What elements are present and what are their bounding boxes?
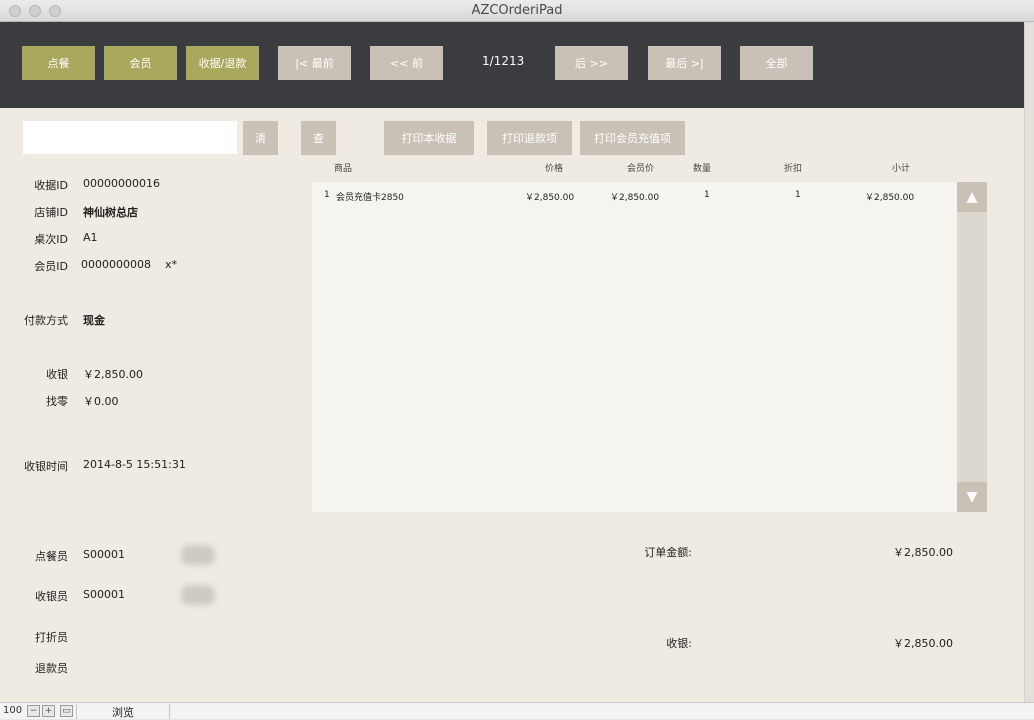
order-amount-label: 订单金额: [644, 546, 692, 559]
table-id-value[interactable]: A1 [83, 231, 98, 244]
zoom-level[interactable]: 100 [3, 705, 22, 716]
col-header-discount: 折扣 [784, 164, 803, 174]
store-id-value[interactable]: 神仙树总店 [83, 204, 138, 220]
print-member-topup-button[interactable]: 打印会员充值项 [580, 121, 685, 155]
row-discount[interactable]: 1 [795, 190, 801, 200]
row-qty[interactable]: 1 [704, 190, 710, 200]
cashier-value[interactable]: S00001 [83, 588, 125, 601]
cash-received-label: 收银 [46, 368, 68, 381]
order-staff-name [181, 545, 215, 565]
col-header-member-price: 会员价 [627, 164, 655, 174]
receipt-id-label: 收据ID [34, 179, 68, 192]
col-header-item: 商品 [334, 164, 353, 174]
record-counter: 1/1213 [482, 54, 525, 68]
col-header-price: 价格 [545, 164, 564, 174]
member-id-value[interactable]: 0000000008 [81, 258, 151, 271]
col-header-subtotal: 小计 [892, 164, 911, 174]
view-mode-menu[interactable]: 浏览 [76, 704, 170, 719]
zoom-in-icon[interactable]: + [42, 705, 55, 717]
receipt-id-value[interactable]: 00000000016 [83, 177, 160, 190]
status-bar: 100 − + ▭ 浏览 [0, 702, 1034, 719]
cashier-name [181, 585, 215, 605]
cashier-time-value[interactable]: 2014-8-5 15:51:31 [83, 458, 186, 471]
member-name-value: x* [165, 258, 178, 271]
scroll-up-icon[interactable]: ▲ [957, 182, 987, 212]
order-amount-value[interactable]: ￥2,850.00 [893, 544, 953, 560]
next-record-button[interactable]: 后 >> [555, 46, 628, 80]
total-cash-value[interactable]: ￥2,850.00 [893, 635, 953, 651]
total-cash-label: 收银: [666, 637, 692, 650]
table-row[interactable]: 1 会员充值卡2850 ￥2,850.00 ￥2,850.00 1 1 ￥2,8… [312, 190, 957, 204]
refund-staff-label: 退款员 [35, 662, 68, 675]
all-records-button[interactable]: 全部 [740, 46, 813, 80]
query-button[interactable]: 查 [301, 121, 336, 155]
col-header-qty: 数量 [693, 164, 712, 174]
title-bar: AZCOrderiPad [0, 0, 1034, 22]
order-staff-value[interactable]: S00001 [83, 548, 125, 561]
list-scrollbar[interactable]: ▲ ▼ [957, 182, 987, 512]
cashier-label: 收银员 [35, 590, 68, 603]
toggle-toolbar-icon[interactable]: ▭ [60, 705, 73, 717]
change-label: 找零 [46, 395, 68, 408]
cashier-time-label: 收银时间 [24, 460, 68, 473]
print-receipt-button[interactable]: 打印本收据 [384, 121, 474, 155]
window-scrollbar[interactable] [1024, 22, 1034, 702]
clear-button[interactable]: 清 [243, 121, 278, 155]
row-price[interactable]: ￥2,850.00 [525, 190, 574, 203]
row-subtotal[interactable]: ￥2,850.00 [865, 190, 914, 203]
nav-toolbar: 点餐 会员 收据/退款 |< 最前 << 前 1/1213 后 >> 最后 >|… [0, 22, 1024, 108]
search-input[interactable] [23, 121, 237, 154]
row-number: 1 [324, 190, 330, 200]
row-member-price[interactable]: ￥2,850.00 [610, 190, 659, 203]
app-window: AZCOrderiPad 点餐 会员 收据/退款 |< 最前 << 前 1/12… [0, 0, 1034, 719]
change-value[interactable]: ￥0.00 [83, 393, 119, 409]
row-item[interactable]: 会员充值卡2850 [336, 190, 404, 203]
discount-staff-label: 打折员 [35, 631, 68, 644]
cash-received-value[interactable]: ￥2,850.00 [83, 366, 143, 382]
prev-record-button[interactable]: << 前 [370, 46, 443, 80]
payment-method-value[interactable]: 现金 [83, 312, 105, 328]
zoom-out-icon[interactable]: − [27, 705, 40, 717]
member-button[interactable]: 会员 [104, 46, 177, 80]
store-id-label: 店铺ID [34, 206, 68, 219]
scroll-down-icon[interactable]: ▼ [957, 482, 987, 512]
receipt-refund-button[interactable]: 收据/退款 [186, 46, 259, 80]
first-record-button[interactable]: |< 最前 [278, 46, 351, 80]
last-record-button[interactable]: 最后 >| [648, 46, 721, 80]
line-items-list[interactable]: 1 会员充值卡2850 ￥2,850.00 ￥2,850.00 1 1 ￥2,8… [312, 182, 957, 512]
order-staff-label: 点餐员 [35, 550, 68, 563]
print-refund-button[interactable]: 打印退款项 [487, 121, 572, 155]
member-id-label: 会员ID [34, 260, 68, 273]
window-title: AZCOrderiPad [471, 3, 563, 18]
payment-method-label: 付款方式 [24, 314, 68, 327]
table-id-label: 桌次ID [34, 233, 68, 246]
order-button[interactable]: 点餐 [22, 46, 95, 80]
receipt-content: 清 查 打印本收据 打印退款项 打印会员充值项 收据ID 00000000016… [0, 108, 1024, 696]
